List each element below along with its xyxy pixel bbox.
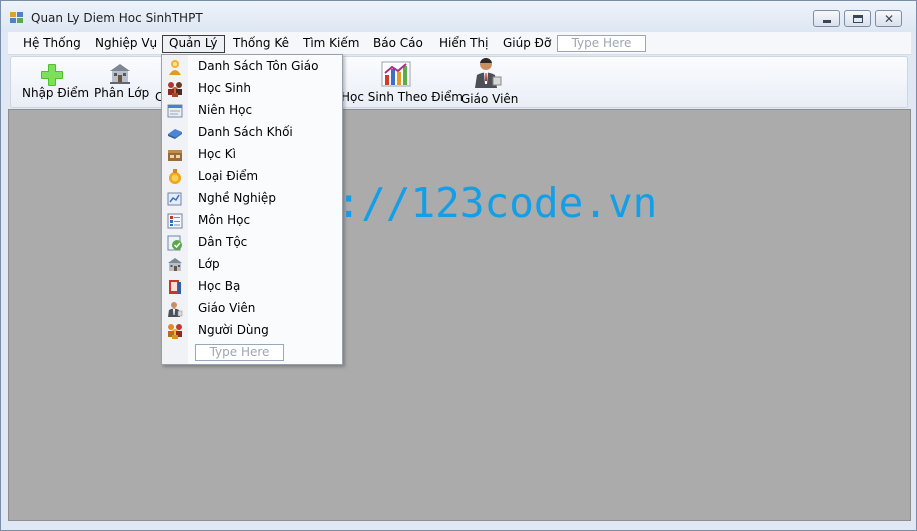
dropdown-item-label: Học Kì bbox=[198, 147, 236, 161]
dropdown-item-label: Học Sinh bbox=[198, 81, 251, 95]
dropdown-item-label: Môn Học bbox=[198, 213, 251, 227]
teacher-icon bbox=[475, 57, 502, 88]
dropdown-item-label: Danh Sách Tôn Giáo bbox=[198, 59, 319, 73]
hoc-sinh-theo-diem-button[interactable]: Học Sinh Theo Điểm bbox=[341, 57, 463, 107]
dropdown-item-label: Loại Điểm bbox=[198, 169, 259, 183]
hoc-sinh-theo-diem-label: Học Sinh Theo Điểm bbox=[341, 90, 463, 104]
bar-chart-icon bbox=[381, 61, 411, 87]
menu-bar: Hệ Thống Nghiệp Vụ Quản Lý Thống Kê Tìm … bbox=[8, 32, 911, 55]
menu-he-thong[interactable]: Hệ Thống bbox=[17, 35, 87, 53]
dropdown-item-label: Danh Sách Khối bbox=[198, 125, 293, 139]
dropdown-item-danh-sach-ton-giao[interactable]: Danh Sách Tôn Giáo bbox=[163, 56, 341, 78]
phan-lop-label: Phân Lớp bbox=[94, 86, 150, 100]
teacher-icon bbox=[168, 302, 183, 317]
menu-type-here[interactable]: Type Here bbox=[557, 35, 646, 52]
dropdown-item-nguoi-dung[interactable]: Người Dùng bbox=[163, 320, 341, 342]
dropdown-item-nien-hoc[interactable]: Niên Học bbox=[163, 100, 341, 122]
dropdown-item-label: Dân Tộc bbox=[198, 235, 248, 249]
menu-thong-ke[interactable]: Thống Kê bbox=[227, 35, 295, 53]
app-icon bbox=[10, 12, 23, 23]
menu-giup-do[interactable]: Giúp Đỡ bbox=[497, 35, 557, 53]
dropdown-item-danh-sach-khoi[interactable]: Danh Sách Khối bbox=[163, 122, 341, 144]
school-year-icon bbox=[167, 104, 183, 118]
minimize-button[interactable] bbox=[813, 10, 840, 27]
close-icon: ✕ bbox=[884, 12, 895, 26]
title-bar[interactable]: Quan Ly Diem Hoc SinhTHPT ✕ bbox=[1, 1, 916, 32]
window-bottom-border bbox=[8, 521, 911, 528]
users-icon bbox=[168, 324, 182, 339]
nhap-diem-label: Nhập Điểm bbox=[22, 86, 90, 100]
grade-block-icon bbox=[168, 129, 182, 139]
minimize-icon bbox=[823, 20, 831, 23]
menu-quan-ly[interactable]: Quản Lý bbox=[162, 35, 225, 53]
toolbar: Nhập Điểm Phân Lớp C Học Sinh Theo Điểm … bbox=[10, 56, 908, 108]
dropdown-item-hoc-ba[interactable]: Học Bạ bbox=[163, 276, 341, 298]
menu-nghiep-vu[interactable]: Nghiệp Vụ bbox=[89, 35, 163, 53]
menu-tim-kiem[interactable]: Tìm Kiếm bbox=[297, 35, 365, 53]
giao-vien-label: Giáo Viên bbox=[461, 92, 519, 106]
class-icon bbox=[168, 258, 182, 271]
dropdown-item-loai-diem[interactable]: Loại Điểm bbox=[163, 166, 341, 188]
semester-icon bbox=[168, 150, 182, 161]
dropdown-item-lop[interactable]: Lớp bbox=[163, 254, 341, 276]
dropdown-item-hoc-ki[interactable]: Học Kì bbox=[163, 144, 341, 166]
religion-icon bbox=[169, 60, 181, 75]
dropdown-item-label: Lớp bbox=[198, 257, 220, 271]
maximize-button[interactable] bbox=[844, 10, 871, 27]
nhap-diem-button[interactable]: Nhập Điểm bbox=[19, 57, 89, 107]
dropdown-item-label: Nghề Nghiệp bbox=[198, 191, 276, 205]
giao-vien-button[interactable]: Giáo Viên bbox=[457, 57, 519, 107]
ethnicity-icon bbox=[167, 235, 182, 251]
dropdown-item-mon-hoc[interactable]: Môn Học bbox=[163, 210, 341, 232]
occupation-icon bbox=[167, 192, 182, 206]
mdi-client-area[interactable] bbox=[8, 109, 911, 521]
subject-icon bbox=[167, 213, 183, 229]
dropdown-item-label: Học Bạ bbox=[198, 279, 241, 293]
dropdown-item-hoc-sinh[interactable]: Học Sinh bbox=[163, 78, 341, 100]
quan-ly-dropdown: Danh Sách Tôn Giáo Học Sinh Niên Học Dan… bbox=[161, 54, 343, 365]
phan-lop-button[interactable]: Phân Lớp bbox=[89, 57, 151, 107]
school-building-icon bbox=[110, 64, 130, 84]
dropdown-item-dan-toc[interactable]: Dân Tộc bbox=[163, 232, 341, 254]
transcript-icon bbox=[169, 280, 181, 294]
maximize-icon bbox=[853, 15, 863, 23]
window-title: Quan Ly Diem Hoc SinhTHPT bbox=[31, 11, 203, 25]
score-type-icon bbox=[169, 169, 181, 184]
dropdown-item-nghe-nghiep[interactable]: Nghề Nghiệp bbox=[163, 188, 341, 210]
dropdown-item-giao-vien[interactable]: Giáo Viên bbox=[163, 298, 341, 320]
dropdown-item-label: Giáo Viên bbox=[198, 301, 256, 315]
students-icon bbox=[168, 82, 182, 97]
main-window: Quan Ly Diem Hoc SinhTHPT ✕ Hệ Thống Ngh… bbox=[0, 0, 917, 531]
dropdown-type-here[interactable]: Type Here bbox=[195, 344, 284, 361]
dropdown-item-label: Người Dùng bbox=[198, 323, 269, 337]
close-button[interactable]: ✕ bbox=[875, 10, 902, 27]
menu-hien-thi[interactable]: Hiển Thị bbox=[433, 35, 494, 53]
plus-icon bbox=[41, 64, 63, 86]
menu-bao-cao[interactable]: Báo Cáo bbox=[367, 35, 429, 53]
dropdown-item-label: Niên Học bbox=[198, 103, 253, 117]
